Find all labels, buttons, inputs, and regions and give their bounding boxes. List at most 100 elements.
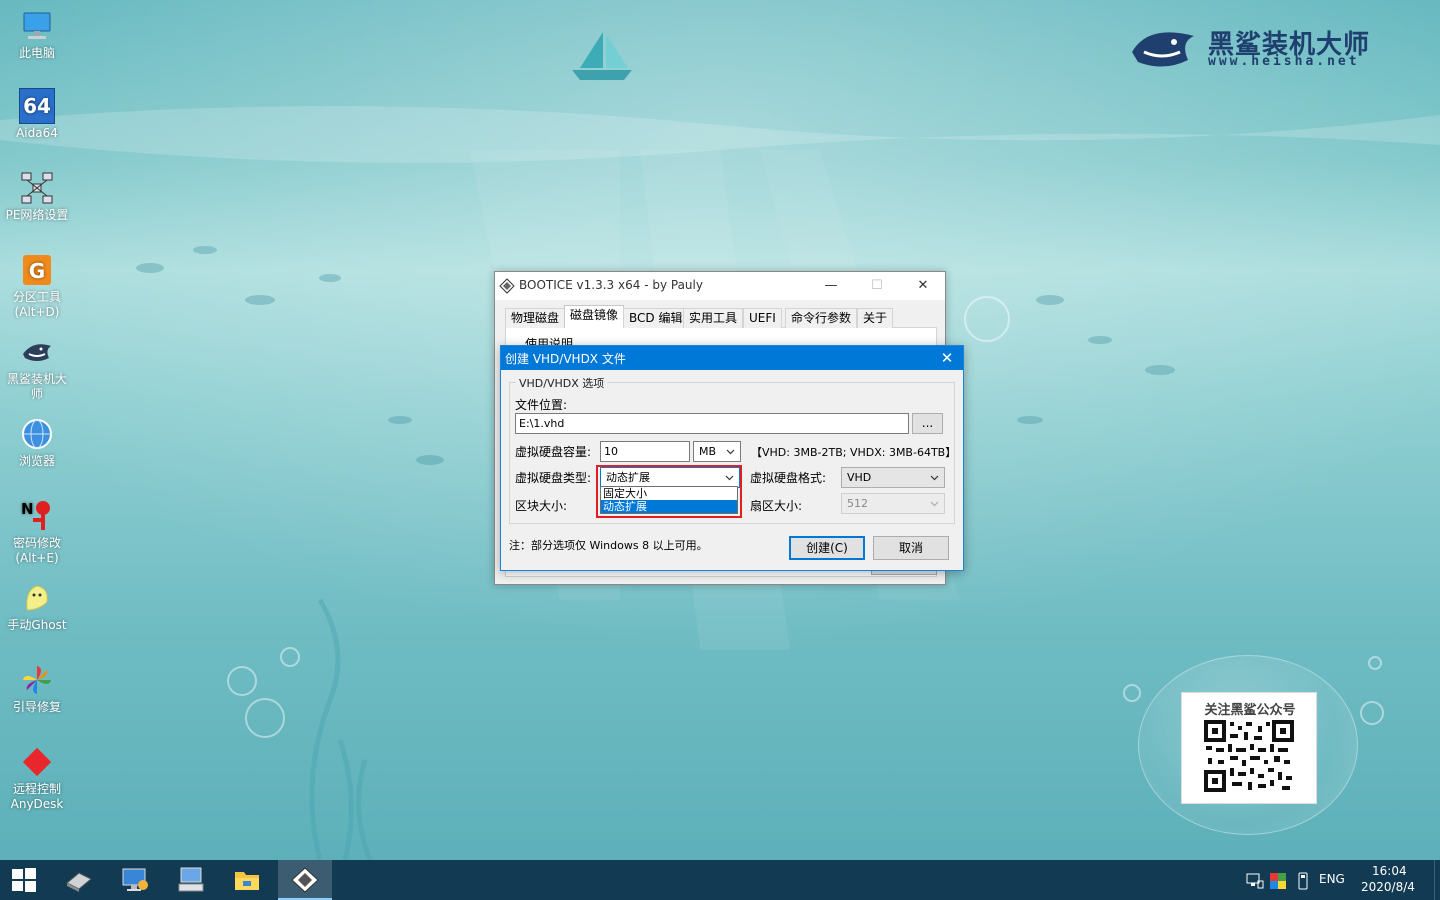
keyboard-monitor-icon [178, 867, 204, 892]
desktop-icon-password[interactable]: N 密码修改 (Alt+E) [2, 498, 72, 566]
vhd-dialog-titlebar[interactable]: 创建 VHD/VHDX 文件 ✕ [501, 346, 963, 370]
chevron-down-icon [726, 449, 735, 455]
sector-size-label: 扇区大小: [750, 499, 803, 513]
disk-type-label: 虚拟硬盘类型: [515, 471, 592, 485]
close-button[interactable]: ✕ [900, 272, 946, 300]
network-monitor-icon [122, 868, 148, 891]
desktop-icon-label: Aida64 [16, 126, 58, 140]
minimize-button[interactable]: — [808, 272, 854, 300]
desktop-icon-ghost[interactable]: 手动Ghost [2, 580, 72, 633]
tab-bcd-edit[interactable]: BCD 编辑 [623, 308, 689, 328]
desktop-icon-label: 引导修复 [12, 700, 61, 714]
desktop-icon-label: PE网络设置 [5, 208, 69, 222]
file-location-input[interactable]: E:\1.vhd [515, 413, 909, 434]
disk-format-value: VHD [847, 471, 872, 484]
tab-command-line[interactable]: 命令行参数 [785, 308, 858, 328]
desktop-icon-anydesk[interactable]: 远程控制 AnyDesk [2, 744, 72, 812]
desktop-icon-label: 分区工具 [12, 290, 61, 304]
tab-physical-disk[interactable]: 物理磁盘 [505, 308, 566, 328]
usb-tray-icon[interactable] [1297, 872, 1309, 890]
capacity-label: 虚拟硬盘容量: [515, 445, 592, 459]
desktop-icon-label: 手动Ghost [7, 618, 67, 632]
desktop-icon-shortcut: (Alt+E) [15, 551, 59, 565]
network-icon [21, 172, 53, 204]
desktop-icon-heisha[interactable]: 黑鲨装机大 师 [2, 334, 72, 402]
chevron-down-icon [930, 501, 939, 507]
disk-format-select[interactable]: VHD [841, 467, 945, 488]
desktop-icon-pe-network[interactable]: PE网络设置 [2, 170, 72, 223]
create-vhd-dialog[interactable]: 创建 VHD/VHDX 文件 ✕ VHD/VHDX 选项 文件位置: E:\1.… [500, 345, 964, 571]
taskbar-keyboard[interactable] [164, 860, 218, 900]
desktop-icon-browser[interactable]: 浏览器 [2, 416, 72, 469]
desktop-icon-partition-tool[interactable]: G 分区工具 (Alt+D) [2, 252, 72, 320]
sailboat [572, 32, 632, 80]
browse-button[interactable]: ... [912, 413, 943, 434]
capacity-hint: 【VHD: 3MB-2TB; VHDX: 3MB-64TB】 [751, 446, 957, 459]
folder-icon [235, 872, 259, 890]
desktop-icon-aida64[interactable]: 64 Aida64 [2, 88, 72, 141]
cancel-button[interactable]: 取消 [873, 536, 949, 560]
windows-logo-icon [12, 868, 36, 892]
svg-text:G: G [29, 259, 45, 283]
clock-date[interactable]: 2020/8/4 [1361, 880, 1415, 894]
taskbar-bootice[interactable] [278, 860, 332, 900]
taskbar-file-explorer[interactable] [220, 860, 274, 900]
desktop-icon-label: 浏览器 [18, 454, 55, 468]
ghost-icon [26, 585, 48, 611]
brand-url: www.heisha.net [1208, 54, 1360, 69]
taskbar-network[interactable] [108, 860, 162, 900]
key-icon: N [21, 500, 50, 530]
start-button[interactable] [0, 860, 48, 900]
vhd-dialog-close-button[interactable]: ✕ [931, 346, 963, 370]
computer-icon [23, 12, 51, 39]
tab-uefi[interactable]: UEFI [743, 308, 782, 328]
block-size-label: 区块大小: [515, 499, 568, 513]
desktop-icon-label: 远程控制 [12, 782, 61, 796]
vhd-dialog-title: 创建 VHD/VHDX 文件 [505, 352, 626, 366]
desktop-icon-shortcut: (Alt+D) [14, 305, 60, 319]
desktop-icon-label-2: AnyDesk [10, 797, 64, 811]
bootice-titlebar[interactable]: BOOTICE v1.3.3 x64 - by Pauly — ☐ ✕ [495, 272, 945, 300]
sector-size-select: 512 [841, 493, 945, 514]
capacity-input[interactable]: 10 [600, 441, 690, 462]
desktop-icon-label: 黑鲨装机大 [6, 372, 67, 386]
vhd-options-legend: VHD/VHDX 选项 [516, 375, 608, 391]
highlight-annotation-box [596, 465, 742, 518]
maximize-button[interactable]: ☐ [854, 272, 900, 300]
input-language-indicator[interactable]: ENG [1319, 872, 1345, 886]
svg-text:N: N [21, 500, 34, 518]
capacity-unit-select[interactable]: MB [693, 441, 741, 462]
chevron-down-icon [930, 475, 939, 481]
file-location-label: 文件位置: [515, 398, 568, 412]
desktop-icon-this-pc[interactable]: 此电脑 [2, 8, 72, 61]
tab-about[interactable]: 关于 [857, 308, 894, 328]
clock-time[interactable]: 16:04 [1372, 864, 1407, 878]
partition-tool-icon: G [23, 255, 51, 285]
tab-disk-image[interactable]: 磁盘镜像 [564, 305, 625, 328]
show-desktop-button[interactable] [1434, 860, 1440, 900]
brand-logo: 黑鲨装机大师 www.heisha.net [1128, 18, 1398, 78]
pinwheel-icon [23, 666, 51, 694]
desktop-icon-boot-repair[interactable]: 引导修复 [2, 662, 72, 715]
disk-format-label: 虚拟硬盘格式: [750, 471, 827, 485]
capacity-unit-value: MB [699, 445, 717, 458]
qr-card: 关注黑鲨公众号 [1181, 692, 1317, 804]
compat-note: 注：部分选项仅 Windows 8 以上可用。 [509, 539, 708, 552]
qr-code-icon [1204, 720, 1294, 792]
taskbar-disk-tool[interactable] [52, 860, 106, 900]
taskbar: ENG 16:04 2020/8/4 [0, 860, 1440, 900]
desktop-icon-label: 密码修改 [12, 536, 61, 550]
qr-title: 关注黑鲨公众号 [1204, 703, 1296, 718]
bootice-app-icon [499, 278, 515, 294]
aida64-icon: 64 [19, 88, 55, 124]
shark-logo-icon [1132, 32, 1194, 67]
color-tray-icon[interactable] [1270, 873, 1286, 889]
sector-size-value: 512 [847, 497, 868, 510]
tab-utilities[interactable]: 实用工具 [683, 308, 744, 328]
bootice-title: BOOTICE v1.3.3 x64 - by Pauly [519, 278, 703, 292]
network-tray-icon[interactable] [1246, 873, 1264, 889]
desktop-icon-label-2: 师 [30, 387, 43, 401]
hard-disk-icon [66, 872, 92, 892]
anydesk-icon [22, 747, 52, 777]
create-button[interactable]: 创建(C) [789, 536, 865, 560]
